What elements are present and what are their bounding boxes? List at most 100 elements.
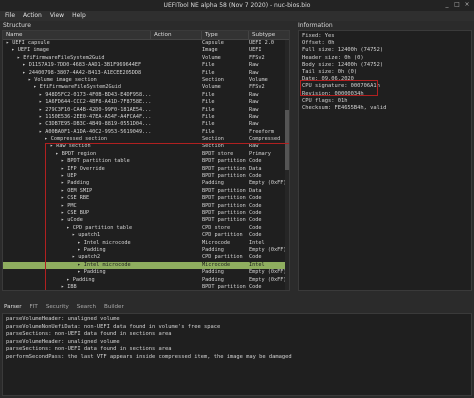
tree-row-name: ▸ IBB	[61, 283, 77, 290]
log-line[interactable]: parseVolumeHeader: unaligned volume	[6, 316, 468, 324]
tree-row[interactable]: ▸ PMC BPDT partition Code	[3, 203, 289, 210]
tree-row-name: ▸ Intel microcode	[77, 261, 131, 268]
tree-row[interactable]: ▸ Raw section Section Raw	[3, 143, 289, 150]
tree-row-type: File	[202, 91, 215, 98]
tree-row[interactable]: ▸ CPD partition table CPD store Code	[3, 225, 289, 232]
tree-row[interactable]: ▸ 1150E536-2EE0-47EA-A54F-A4FCA4F... File…	[3, 114, 289, 121]
tree-row[interactable]: ▸ EfiFirmwareFileSystem2Guid Volume FFSv2	[3, 84, 289, 91]
tree-row-name: ▸ Padding	[77, 246, 106, 253]
parser-log[interactable]: parseVolumeHeader: unaligned volume parse…	[2, 313, 472, 396]
tree-row[interactable]: ▸ UEFI image Image UEFI	[3, 47, 289, 54]
tree-row-type: CPD partition	[202, 232, 243, 239]
tree-row[interactable]: ▸ CSE RBE BPDT partition Code	[3, 195, 289, 202]
tree-row[interactable]: ▸ 948D5FC2-0173-4F0B-BD43-E4DF958... File…	[3, 92, 289, 99]
log-line[interactable]: performSecondPass: the last VTF appears …	[6, 354, 468, 362]
tree-header: Name Action Type Subtype	[3, 31, 289, 40]
tree-row-subtype: Intel	[249, 261, 265, 268]
scrollbar-thumb[interactable]	[285, 110, 289, 170]
tree-row-name: ▸ CSE BUP	[61, 209, 90, 216]
tree-row-subtype: Primary	[249, 150, 271, 157]
tree-row[interactable]: ▸ 24400798-3807-4A42-B413-A1ECEE205DD8 Fi…	[3, 70, 289, 77]
menu-file[interactable]: File	[5, 11, 15, 21]
tree-row[interactable]: ▸ Compressed section Section Compressed	[3, 136, 289, 143]
tree-row[interactable]: ▸ IFP Override BPDT partition Data	[3, 166, 289, 173]
tree-row-type: File	[202, 69, 215, 76]
log-line[interactable]: parseSections: non-UEFI data found in se…	[6, 331, 468, 339]
tree-row[interactable]: ▸ D1157A19-7DD0-4683-AAD1-3B1F969644EF Fi…	[3, 62, 289, 69]
tab-search[interactable]: Search	[77, 304, 96, 310]
info-line: CPU signature: 000706A1h	[302, 83, 380, 90]
tree-row-name: ▸ C3DB7E95-DB3C-4B49-8819-0551D04...	[39, 121, 152, 128]
tree-row-type: Microcode	[202, 239, 231, 246]
tree-row[interactable]: ▸ BPDT region BPDT store Primary	[3, 151, 289, 158]
tree-row[interactable]: ▸ Intel microcode Microcode Intel	[3, 240, 289, 247]
tree-row[interactable]: ▸ OEM SMIP BPDT partition Data	[3, 188, 289, 195]
tree-row-subtype: Raw	[249, 143, 259, 150]
tree-row[interactable]: ▸ upatch1 CPD partition Code	[3, 232, 289, 239]
tree-row-name: ▸ UEP	[61, 173, 77, 180]
tree-row[interactable]: ▸ C3DB7E95-DB3C-4B49-8819-0551D04... File…	[3, 121, 289, 128]
tree-row[interactable]: ▸ upatch2 CPD partition Code	[3, 254, 289, 261]
info-line: Date: 09.06.2020	[302, 76, 354, 83]
close-icon[interactable]: ×	[464, 2, 470, 8]
menu-view[interactable]: View	[50, 11, 64, 21]
column-subtype[interactable]: Subtype	[249, 31, 289, 39]
tree-row[interactable]: ▸ EfiFirmwareFileSystem2Guid Volume FFSv2	[3, 55, 289, 62]
tree-row-subtype: Raw	[249, 113, 259, 120]
tree-row[interactable]: ▸ BPDT partition table BPDT partition Code	[3, 158, 289, 165]
tab-security[interactable]: Security	[46, 304, 69, 310]
minimize-icon[interactable]: _	[444, 2, 450, 8]
tree-row-name: ▸ 24400798-3807-4A42-B413-A1ECEE205DD8	[22, 69, 142, 76]
tree-row-subtype: UEFI	[249, 47, 262, 54]
menu-help[interactable]: Help	[72, 11, 86, 21]
column-name[interactable]: Name	[3, 31, 151, 39]
tree-row[interactable]: ▸ A00BA0F1-A1DA-40C2-9953-5619049... File…	[3, 129, 289, 136]
tree-row-subtype: Data	[249, 165, 262, 172]
tree-row[interactable]: ▸ Padding Padding Empty (0xFF)	[3, 269, 289, 276]
tree-row-name: ▸ UEFI capsule	[6, 40, 50, 46]
tree-row-name: ▸ Padding	[66, 276, 95, 283]
maximize-icon[interactable]: □	[454, 2, 460, 8]
tree-row-subtype: Code	[249, 254, 262, 261]
tree-row-subtype: Code	[249, 224, 262, 231]
log-line[interactable]: parseVolumeHeader: unaligned volume	[6, 339, 468, 347]
log-line[interactable]: parseSections: non-UEFI data found in se…	[6, 346, 468, 354]
structure-tree[interactable]: Name Action Type Subtype ▸ UEFI capsule C…	[2, 30, 290, 291]
tree-row-subtype: Raw	[249, 99, 259, 106]
window-controls: _ □ ×	[444, 2, 470, 8]
tree-row-name: ▸ EfiFirmwareFileSystem2Guid	[33, 84, 121, 91]
tree-row[interactable]: ▸ IBB BPDT partition Code	[3, 283, 289, 290]
tree-row-type: BPDT partition	[202, 217, 246, 224]
tree-row-name: ▸ A00BA0F1-A1DA-40C2-9953-5619049...	[39, 128, 152, 135]
bottom-tabs: Parser FIT Security Search Builder	[4, 304, 124, 310]
column-action[interactable]: Action	[151, 31, 202, 39]
tree-scrollbar[interactable]	[285, 40, 289, 290]
tree-row-name: ▸ Volume image section	[28, 76, 97, 83]
tree-row[interactable]: ▸ Padding Padding Empty (0xFF)	[3, 277, 289, 284]
tree-row[interactable]: ▸ Padding Padding Empty (0xFF)	[3, 180, 289, 187]
log-line[interactable]: parseVolumeNonUefiData: non-UEFI data fo…	[6, 324, 468, 332]
column-type[interactable]: Type	[202, 31, 249, 39]
tree-row-subtype: Intel	[249, 239, 265, 246]
tree-row[interactable]: ▸ uCode BPDT partition Code	[3, 217, 289, 224]
tree-row-name: ▸ CPD partition table	[66, 224, 133, 231]
info-line: Tail size: 0h (0)	[302, 68, 358, 75]
tree-row[interactable]: ▸ Intel microcode Microcode Intel	[3, 261, 289, 270]
menu-action[interactable]: Action	[23, 11, 42, 21]
tree-row-subtype: Empty (0xFF)	[249, 246, 287, 253]
tab-parser[interactable]: Parser	[4, 304, 22, 310]
tree-row[interactable]: ▸ Padding Padding Empty (0xFF)	[3, 247, 289, 254]
tree-row-type: BPDT partition	[202, 173, 246, 180]
tree-row[interactable]: ▸ UEP BPDT partition Code	[3, 173, 289, 180]
tree-row-type: Capsule	[202, 40, 224, 46]
tree-row[interactable]: ▸ Volume image section Section Volume	[3, 77, 289, 84]
tab-builder[interactable]: Builder	[104, 304, 124, 310]
tab-fit[interactable]: FIT	[30, 304, 38, 310]
tree-row-type: File	[202, 113, 215, 120]
tree-row-type: BPDT partition	[202, 165, 246, 172]
tree-row[interactable]: ▸ UEFI capsule Capsule UEFI 2.0	[3, 40, 289, 47]
tree-row[interactable]: ▸ CSE BUP BPDT partition Code	[3, 210, 289, 217]
tree-row-type: Padding	[202, 246, 224, 253]
tree-row[interactable]: ▸ 279C3F10-CA4B-42D0-99F0-181AE54... File…	[3, 107, 289, 114]
tree-row[interactable]: ▸ 1A6FD644-CCC2-4BF8-A41D-7F8758E... File…	[3, 99, 289, 106]
